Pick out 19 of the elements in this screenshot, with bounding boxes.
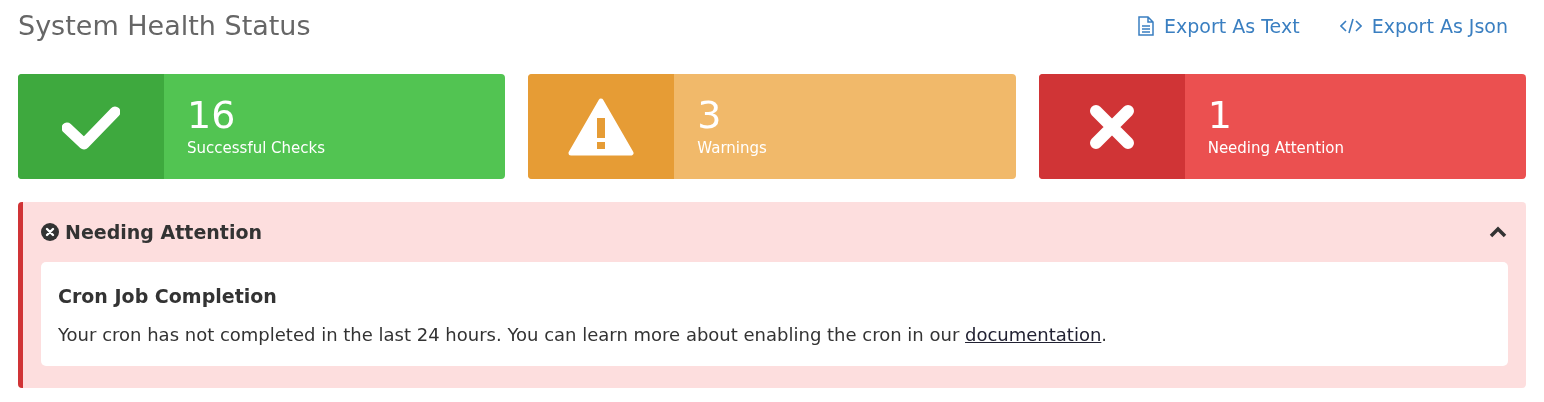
status-count: 1 (1207, 93, 1233, 138)
cross-icon (1088, 103, 1135, 150)
chevron-icon (1489, 226, 1507, 238)
status-label: Warnings (697, 138, 767, 160)
check-title: Cron Job Completion (58, 284, 278, 309)
status-label: Needing Attention (1207, 138, 1345, 160)
check-message: Your cron has not completed in the last 24 hours. You can learn more about enabling the cron in our documentation. (58, 322, 1109, 347)
section-title: Needing Attention (65, 219, 262, 245)
page-title: System Health Status (18, 8, 311, 43)
close-circle-icon (41, 223, 59, 241)
export-link[interactable]: Export As Json (1339, 11, 1508, 41)
status-count: 3 (697, 93, 723, 138)
status-label: Successful Checks (187, 138, 326, 160)
status-count: 16 (187, 93, 237, 138)
warning-icon (568, 97, 635, 156)
code-icon (1339, 18, 1362, 34)
export-link[interactable]: Export As Text (1138, 11, 1300, 41)
documentation-link[interactable]: documentation (965, 323, 1102, 345)
document-icon (1138, 16, 1155, 36)
